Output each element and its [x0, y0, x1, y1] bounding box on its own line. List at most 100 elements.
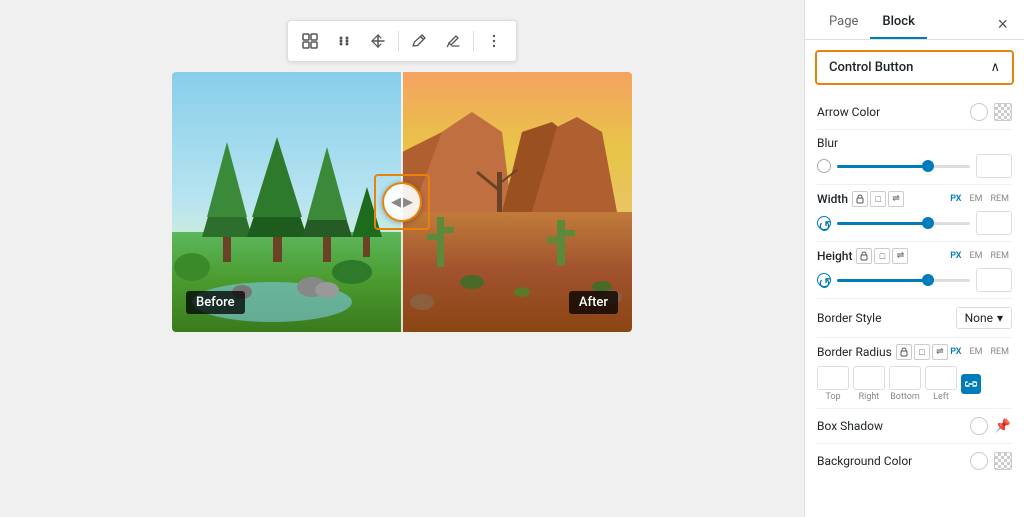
br-bottom-input[interactable]: [889, 366, 921, 390]
toolbar-erase-btn[interactable]: [437, 25, 469, 57]
toolbar-more-btn[interactable]: [478, 25, 510, 57]
width-reset-icon[interactable]: ↺: [817, 216, 831, 230]
bg-color-circle[interactable]: [970, 452, 988, 470]
toolbar-move-btn[interactable]: [328, 25, 360, 57]
toolbar-arrows-btn[interactable]: [362, 25, 394, 57]
width-slider[interactable]: [837, 222, 970, 225]
width-unit-rem[interactable]: REM: [987, 193, 1012, 205]
height-unit-em[interactable]: EM: [966, 250, 985, 262]
height-reset-icon[interactable]: ↺: [817, 273, 831, 287]
border-radius-section: Border Radius □ ⇌ PX EM: [817, 338, 1012, 409]
arrow-color-row: Arrow Color: [817, 95, 1012, 130]
after-label: After: [569, 291, 618, 314]
br-unit-rem[interactable]: REM: [987, 346, 1012, 358]
height-unit-icons: □ ⇌: [856, 248, 908, 264]
bg-color-label: Background Color: [817, 454, 912, 468]
move-icon: [336, 33, 352, 49]
before-label: Before: [186, 291, 245, 314]
width-link-icon[interactable]: ⇌: [888, 191, 904, 207]
border-style-select[interactable]: None ▾: [956, 307, 1012, 329]
height-slider[interactable]: [837, 279, 970, 282]
br-unit-px[interactable]: PX: [947, 346, 964, 358]
toolbar-pen-btn[interactable]: [403, 25, 435, 57]
width-unit-px[interactable]: PX: [947, 193, 964, 205]
br-left-wrap: Left: [925, 366, 957, 402]
lock-icon-2: [859, 251, 869, 261]
width-input[interactable]: [976, 211, 1012, 235]
height-unit-px[interactable]: PX: [947, 250, 964, 262]
image-compare-wrapper: Before After ◀ ▶: [172, 72, 632, 332]
box-shadow-icons: 📌: [970, 417, 1012, 435]
border-style-row: Border Style None ▾: [817, 299, 1012, 338]
br-link-chain-icon[interactable]: [961, 374, 981, 394]
bg-color-checker[interactable]: [994, 452, 1012, 470]
erase-icon: [445, 33, 461, 49]
br-lock-icon[interactable]: [896, 344, 912, 360]
br-top-input[interactable]: [817, 366, 849, 390]
br-right-input[interactable]: [853, 366, 885, 390]
height-slider-row: ↺: [817, 268, 1012, 292]
arrow-color-checker[interactable]: [994, 103, 1012, 121]
blur-slider[interactable]: [837, 165, 970, 168]
bg-color-row: Background Color: [817, 444, 1012, 478]
tab-page[interactable]: Page: [817, 8, 870, 39]
height-link-icon[interactable]: ⇌: [892, 248, 908, 264]
height-section: Height □ ⇌ PX EM: [817, 242, 1012, 299]
arrow-color-label: Arrow Color: [817, 105, 880, 119]
arrow-color-circle[interactable]: [970, 103, 988, 121]
bg-color-icons: [970, 452, 1012, 470]
br-unit-em[interactable]: EM: [966, 346, 985, 358]
width-section: Width □ ⇌ PX EM: [817, 185, 1012, 242]
width-top-row: Width □ ⇌ PX EM: [817, 191, 1012, 207]
box-shadow-color-icon[interactable]: [970, 417, 988, 435]
br-top-label: Top: [825, 392, 840, 402]
width-label-group: Width □ ⇌: [817, 191, 904, 207]
border-style-label: Border Style: [817, 311, 881, 325]
sidebar: Page Block × Control Button ∧ Arrow Colo…: [804, 0, 1024, 517]
blur-slider-row: [817, 154, 1012, 178]
pin-icon[interactable]: 📌: [994, 417, 1012, 435]
control-button-header[interactable]: Control Button ∧: [817, 52, 1012, 83]
br-lock-svg: [899, 347, 909, 357]
arrows-icon: [370, 33, 386, 49]
br-right-wrap: Right: [853, 366, 885, 402]
width-unit-em[interactable]: EM: [966, 193, 985, 205]
width-unit-labels: PX EM REM: [947, 193, 1012, 205]
height-unit-rem[interactable]: REM: [987, 250, 1012, 262]
br-unit-labels: PX EM REM: [947, 346, 1012, 358]
sidebar-content: Arrow Color Blur Width: [805, 95, 1024, 478]
handle-arrows: ◀ ▶: [391, 194, 413, 210]
border-radius-inputs: Top Right Bottom Left: [817, 366, 1012, 402]
width-lock-icon[interactable]: [852, 191, 868, 207]
height-input[interactable]: [976, 268, 1012, 292]
sidebar-close-button[interactable]: ×: [993, 15, 1012, 33]
pen-icon: [411, 33, 427, 49]
blur-input[interactable]: [976, 154, 1012, 178]
br-bottom-wrap: Bottom: [889, 366, 921, 402]
height-label-group: Height □ ⇌: [817, 248, 908, 264]
height-unlink-icon[interactable]: □: [874, 248, 890, 264]
br-link-icon[interactable]: ⇌: [932, 344, 948, 360]
toolbar-grid-btn[interactable]: [294, 25, 326, 57]
br-unlink-icon[interactable]: □: [914, 344, 930, 360]
border-radius-top-row: Border Radius □ ⇌ PX EM: [817, 344, 1012, 360]
width-unlink-icon[interactable]: □: [870, 191, 886, 207]
chain-icon: [965, 378, 977, 390]
br-bottom-label: Bottom: [890, 392, 920, 402]
width-unit-icons: □ ⇌: [852, 191, 904, 207]
br-right-label: Right: [859, 392, 880, 402]
br-left-input[interactable]: [925, 366, 957, 390]
block-toolbar: [287, 20, 517, 62]
border-style-value: None: [965, 311, 993, 325]
tab-block[interactable]: Block: [870, 8, 926, 39]
border-radius-label-group: Border Radius □ ⇌: [817, 344, 947, 360]
handle-button[interactable]: ◀ ▶: [382, 182, 422, 222]
sidebar-header: Page Block ×: [805, 0, 1024, 40]
height-top-row: Height □ ⇌ PX EM: [817, 248, 1012, 264]
height-lock-icon[interactable]: [856, 248, 872, 264]
arrow-color-icons: [970, 103, 1012, 121]
border-radius-unit-icons: □ ⇌: [896, 344, 948, 360]
control-button-label: Control Button: [829, 60, 913, 75]
grid-icon: [302, 33, 318, 49]
border-radius-label: Border Radius: [817, 345, 892, 359]
